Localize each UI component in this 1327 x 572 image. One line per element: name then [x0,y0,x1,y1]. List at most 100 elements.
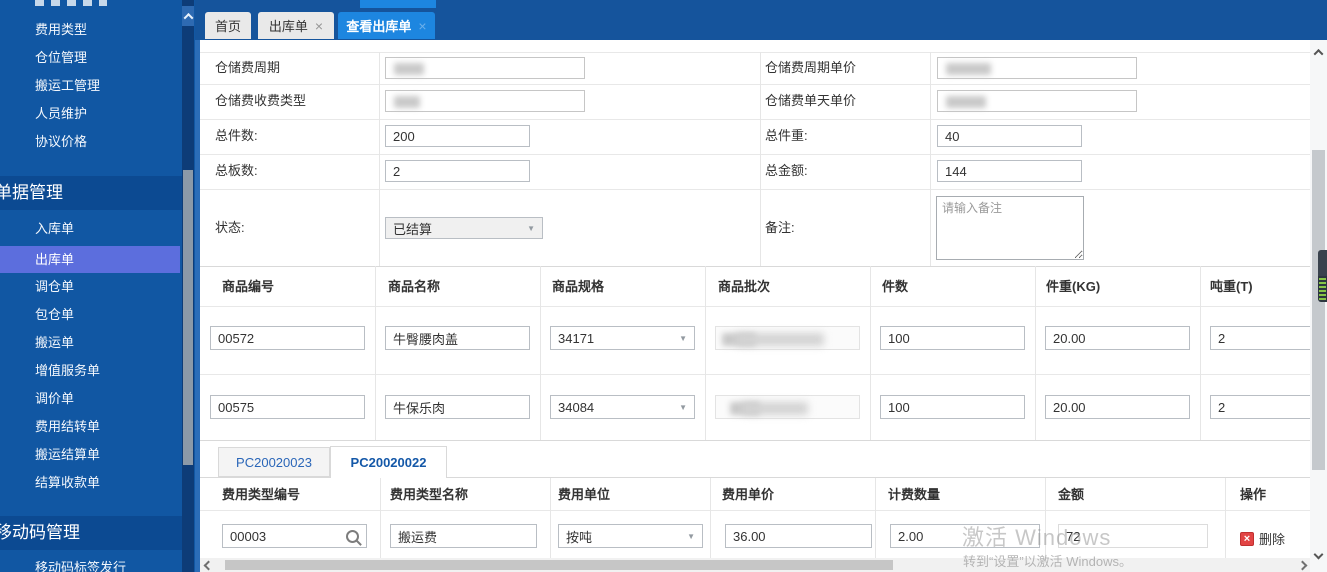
fee-unit-select[interactable]: 按吨 ▼ [558,524,703,548]
sidebar-section-mobile-code[interactable]: 移动码管理 [0,516,182,550]
product-ton-input[interactable] [1210,395,1310,419]
col-header-fee-price: 费用单价 [722,487,775,502]
divider [380,477,381,558]
col-header-actions: 操作 [1240,487,1267,502]
total-pieces-input[interactable] [385,125,530,147]
divider [200,189,1310,190]
fee-tab-pc20020023[interactable]: PC20020023 [218,447,330,477]
product-spec-value: 34084 [558,399,595,415]
tab-view-outbound-order[interactable]: 查看出库单 × [338,12,435,39]
sidebar-item-settle-receipt[interactable]: 结算收款单 [35,473,100,493]
close-icon[interactable]: × [418,19,426,33]
product-spec-select[interactable]: 34171 ▼ [550,326,695,350]
product-code-input[interactable] [210,326,365,350]
sidebar-scrollbar[interactable] [182,0,194,572]
horizontal-scrollbar[interactable] [200,558,1310,572]
tab-home[interactable]: 首页 [205,12,251,39]
sidebar-scrollbar-thumb[interactable] [183,170,193,465]
tab-label: 查看出库单 [346,19,412,34]
total-amount-label: 总金额: [765,163,808,178]
vertical-scrollbar-thumb[interactable] [1312,150,1325,470]
sidebar-item-outbound-order[interactable]: 出库单 [0,246,180,273]
product-ton-input[interactable] [1210,326,1310,350]
fee-price-input[interactable] [725,524,872,548]
close-icon[interactable]: × [315,19,323,33]
sidebar-item-clipped[interactable] [35,0,107,6]
sidebar-scroll-up-arrow[interactable] [182,6,194,26]
total-pallets-input[interactable] [385,160,530,182]
sidebar-item-staff-maint[interactable]: 人员维护 [35,104,87,124]
product-batch-input[interactable] [715,326,860,350]
sidebar-item-agreed-price[interactable]: 协议价格 [35,132,87,152]
tab-outbound-order[interactable]: 出库单 × [258,12,334,39]
scroll-left-arrow[interactable] [200,558,216,572]
sidebar-item-reprice-order[interactable]: 调价单 [35,389,74,409]
total-weight-input[interactable] [937,125,1082,147]
tab-bar: 首页 出库单 × 查看出库单 × [195,0,1327,40]
storage-cycle-price-label: 仓储费周期单价 [765,60,857,75]
product-name-input[interactable] [385,326,530,350]
divider [540,266,541,440]
fee-qty-input[interactable] [890,524,1040,548]
scroll-right-arrow[interactable] [1294,558,1310,572]
fee-tab-pc20020022[interactable]: PC20020022 [330,446,447,478]
storage-day-price-input[interactable] [937,90,1137,112]
col-header-product-batch: 商品批次 [718,279,771,294]
edge-docked-widget[interactable] [1318,250,1327,302]
divider [200,306,1310,307]
col-header-fee-type-name: 费用类型名称 [390,487,469,502]
sidebar-item-bin-mgmt[interactable]: 仓位管理 [35,48,87,68]
sidebar-item-vas-order[interactable]: 增值服务单 [35,361,100,381]
col-header-fee-type-code: 费用类型编号 [222,487,301,502]
divider [200,52,1310,53]
product-code-input[interactable] [210,395,365,419]
scroll-down-arrow[interactable] [1310,546,1327,562]
sidebar-item-inbound-order[interactable]: 入库单 [35,219,74,239]
scroll-up-arrow[interactable] [1310,44,1327,60]
product-qty-input[interactable] [880,395,1025,419]
redacted-value [394,96,420,108]
delete-button[interactable]: × 删除 [1240,529,1285,548]
divider [870,266,871,440]
storage-cycle-input[interactable] [385,57,585,79]
sidebar-item-charter-order[interactable]: 包仓单 [35,305,74,325]
storage-cycle-price-input[interactable] [937,57,1137,79]
product-name-input[interactable] [385,395,530,419]
total-weight-label: 总件重: [765,128,808,143]
divider [379,52,380,266]
chevron-down-icon: ▼ [687,531,695,541]
product-weight-input[interactable] [1045,395,1190,419]
col-header-product-name: 商品名称 [388,279,441,294]
sidebar-item-mobile-label-issue[interactable]: 移动码标签发行 [35,558,126,572]
sidebar-section-doc-mgmt[interactable]: 单据管理 [0,176,182,210]
product-qty-input[interactable] [880,326,1025,350]
sidebar-item-fee-type[interactable]: 费用类型 [35,20,87,40]
chevron-down-icon: ▼ [527,223,535,233]
remark-textarea[interactable] [936,196,1084,260]
vertical-scrollbar[interactable] [1310,40,1327,572]
col-header-ton-weight: 吨重(T) [1210,279,1253,294]
sidebar-item-fee-carryover[interactable]: 费用结转单 [35,417,100,437]
product-spec-value: 34171 [558,330,595,346]
redacted-value [736,333,824,346]
storage-fee-type-input[interactable] [385,90,585,112]
status-select[interactable]: 已结算 ▼ [385,217,543,239]
fee-amount-input[interactable] [1058,524,1208,548]
divider [200,374,1310,375]
sidebar-item-handling-order[interactable]: 搬运单 [35,333,74,353]
total-amount-input[interactable] [937,160,1082,182]
divider [200,266,1310,267]
sidebar-item-handling-settle[interactable]: 搬运结算单 [35,445,100,465]
sidebar-item-transfer-order[interactable]: 调仓单 [35,277,74,297]
product-weight-input[interactable] [1045,326,1190,350]
search-icon[interactable] [346,530,359,543]
product-batch-input[interactable] [715,395,860,419]
redacted-value [946,63,991,75]
divider [200,119,1310,120]
product-spec-select[interactable]: 34084 ▼ [550,395,695,419]
horizontal-scrollbar-thumb[interactable] [225,560,893,570]
chevron-down-icon: ▼ [679,402,687,412]
sidebar-item-porter-mgmt[interactable]: 搬运工管理 [35,76,100,96]
fee-name-input[interactable] [390,524,537,548]
divider [550,477,551,558]
